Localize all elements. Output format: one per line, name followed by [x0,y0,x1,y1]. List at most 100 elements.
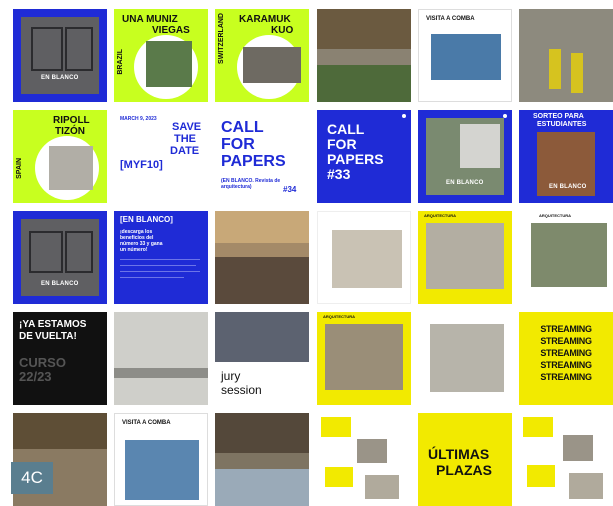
post-call-for-papers-33[interactable]: CALL FOR PAPERS #33 [317,110,411,203]
en-blanco-label: EN BLANCO [446,180,484,186]
audience-photo [215,257,309,304]
name-line1: UNA MUNIZ [122,14,178,25]
ya-line1: ¡YA ESTAMOS [19,319,87,330]
post-collage-1[interactable] [317,413,411,506]
call-line1: CALL [327,121,365,137]
beam-photo [114,368,208,378]
post-photo-concrete[interactable] [114,312,208,405]
post-sorteo[interactable]: SORTEO PARA ESTUDIANTES EN BLANCO [519,110,613,203]
name-line1: KARAMUK [239,14,291,25]
text-line [120,271,200,272]
ultimas-line1: ÚLTIMAS [428,446,490,462]
building-photo [146,41,192,87]
curso-year: 22/23 [19,369,52,384]
collage-cell [527,465,555,487]
streaming-line: STREAMING [540,372,592,382]
call-line1: CALL [221,119,264,136]
corner-badge: 4C [11,462,53,494]
crowd-photo [317,65,411,102]
call-line2: FOR [221,136,255,153]
post-ultimas-plazas[interactable]: ÚLTIMAS PLAZAS [418,413,512,506]
streaming-line: STREAMING [540,360,592,370]
post-arquitectura-corridor[interactable] [418,312,512,405]
en-blanco-label: EN BLANCO [41,281,79,287]
save-line3: DATE [170,145,200,157]
save-line2: THE [174,133,196,145]
collage-cell [365,475,399,499]
window-frame [65,231,93,273]
arquitectura-label: ARQUITECTURA [424,213,456,218]
post-collage-2[interactable] [519,413,613,506]
card-title: [EN BLANCO] [120,215,173,224]
building-photo [426,223,504,289]
corner-dot [402,114,406,118]
post-en-blanco-card[interactable]: [EN BLANCO] ¡descarga los beneficios del… [114,211,208,304]
post-arquitectura-house[interactable]: ARQUITECTURA [519,211,613,304]
post-arquitectura-yellow-1[interactable]: ARQUITECTURA [418,211,512,304]
post-photo-audience[interactable] [215,211,309,304]
worker-figure [549,49,561,89]
call-line3: PAPERS [221,153,286,170]
post-brazil[interactable]: UNA MUNIZ VIEGAS BRAZIL [114,9,208,102]
post-visita-comba-2[interactable]: VISITA A COMBA [114,413,208,506]
streaming-line: STREAMING [540,324,592,334]
en-blanco-label: EN BLANCO [549,184,587,190]
building-photo [325,324,403,390]
poster-photo [431,34,501,80]
sorteo-line1: SORTEO PARA [533,113,584,120]
streaming-line: STREAMING [540,336,592,346]
post-save-the-date[interactable]: MARCH 9, 2023 SAVE THE DATE [MYF10] [114,110,208,203]
post-en-blanco-1[interactable]: EN BLANCO [13,9,107,102]
sky-photo [215,469,309,506]
jury-line1: jury [221,369,241,383]
card-line4: un número! [120,247,148,253]
house-photo [332,230,402,288]
building-photo [21,17,99,94]
post-jury-session[interactable]: jury session [215,312,309,405]
ceiling-photo [215,211,309,243]
collage-cell [569,473,603,499]
poster-photo [125,440,199,500]
window-frame [31,27,63,71]
country-label: SWITZERLAND [218,13,225,64]
post-visita-comba-1[interactable]: VISITA A COMBA [418,9,512,102]
post-en-blanco-3[interactable]: EN BLANCO [13,211,107,304]
post-spain[interactable]: RIPOLL TIZÓN SPAIN [13,110,107,203]
house-photo [531,223,607,287]
name-line1: RIPOLL [53,115,90,126]
canopy-photo [215,413,309,453]
post-switzerland[interactable]: KARAMUK KUO SWITZERLAND [215,9,309,102]
post-streaming[interactable]: STREAMING STREAMING STREAMING STREAMING … [519,312,613,405]
call-line3: PAPERS [327,151,384,167]
jury-photo [215,312,309,362]
call-subtitle: (EN BLANCO. Revista de arquitectura) [221,178,281,190]
event-date: MARCH 9, 2023 [120,116,157,122]
text-line [120,277,184,278]
corridor-photo [430,324,504,392]
post-photo-workers[interactable] [519,9,613,102]
window-frame [65,27,93,71]
post-arquitectura-yellow-2[interactable]: ARQUITECTURA [317,312,411,405]
post-grid: EN BLANCO UNA MUNIZ VIEGAS BRAZIL KARAMU… [13,9,613,506]
collage-cell [321,417,351,437]
ultimas-line2: PLAZAS [436,462,492,478]
curso-label: CURSO [19,355,66,370]
country-label: SPAIN [16,158,23,179]
post-architecture-house[interactable] [317,211,411,304]
en-blanco-label: EN BLANCO [41,75,79,81]
post-photo-canopy-3[interactable] [215,413,309,506]
text-line [120,259,200,260]
post-call-for-papers-34[interactable]: CALL FOR PAPERS (EN BLANCO. Revista de a… [215,110,309,203]
building-photo [243,47,301,83]
post-en-blanco-2[interactable]: EN BLANCO [418,110,512,203]
call-number: #34 [283,185,297,194]
post-photo-canopy[interactable] [317,9,411,102]
collage-cell [523,417,553,437]
collage-cell [325,467,353,487]
jury-line2: session [221,383,262,397]
arquitectura-label: ARQUITECTURA [323,314,355,319]
call-number: #33 [327,166,351,182]
country-label: BRAZIL [117,49,124,75]
worker-figure [571,53,583,93]
post-ya-estamos[interactable]: ¡YA ESTAMOS DE VUELTA! CURSO 22/23 [13,312,107,405]
